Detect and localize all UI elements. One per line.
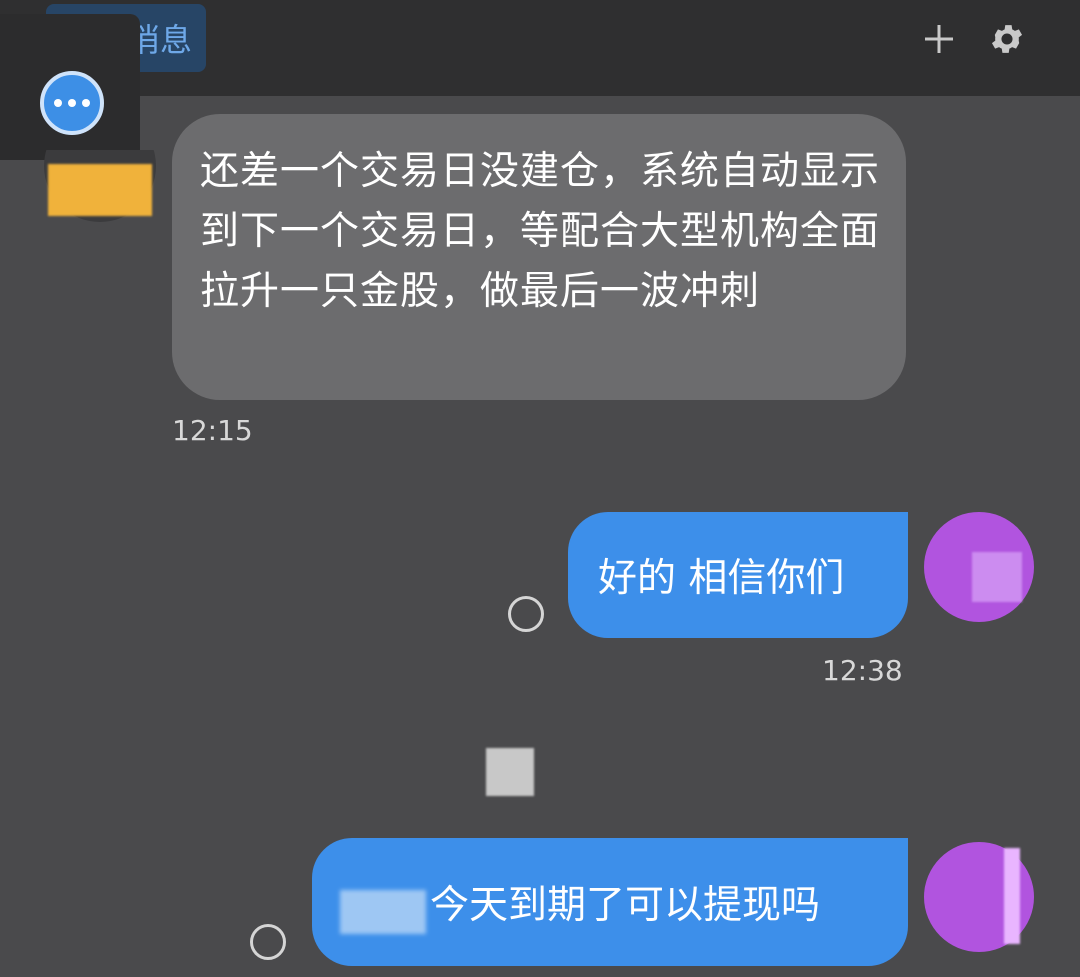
redacted-image (486, 748, 534, 796)
more-button[interactable] (40, 71, 104, 135)
top-bar: 消息 (0, 0, 1080, 96)
message-text: 今天到期了可以提现吗 (430, 883, 821, 928)
more-dot (82, 99, 90, 107)
gear-icon (991, 25, 1023, 53)
incoming-message-bubble[interactable]: 还差一个交易日没建仓，系统自动显示到下一个交易日，等配合大型机构全面拉升一只金股… (172, 114, 906, 400)
plus-icon (925, 25, 953, 53)
redacted-content (340, 890, 426, 934)
read-status-icon (508, 596, 544, 632)
avatar-image (1004, 848, 1020, 944)
read-status-icon (250, 924, 286, 960)
my-avatar[interactable] (924, 512, 1034, 624)
message-timestamp: 12:38 (822, 654, 903, 687)
more-horizontal-icon (54, 99, 62, 107)
message-text: 好的 相信你们 (598, 556, 845, 601)
more-dot (68, 99, 76, 107)
floating-menu (0, 14, 140, 160)
outgoing-message-bubble[interactable]: 今天到期了可以提现吗 (312, 838, 908, 966)
outgoing-message-bubble[interactable]: 好的 相信你们 (568, 512, 908, 638)
my-avatar[interactable] (924, 842, 1034, 954)
message-timestamp: 12:15 (172, 414, 253, 447)
avatar-image (48, 164, 152, 216)
message-text: 还差一个交易日没建仓，系统自动显示到下一个交易日，等配合大型机构全面拉升一只金股… (200, 149, 881, 314)
avatar-image (972, 552, 1022, 602)
add-button[interactable] (914, 14, 964, 64)
contact-avatar[interactable] (44, 150, 156, 224)
settings-button[interactable] (982, 14, 1032, 64)
